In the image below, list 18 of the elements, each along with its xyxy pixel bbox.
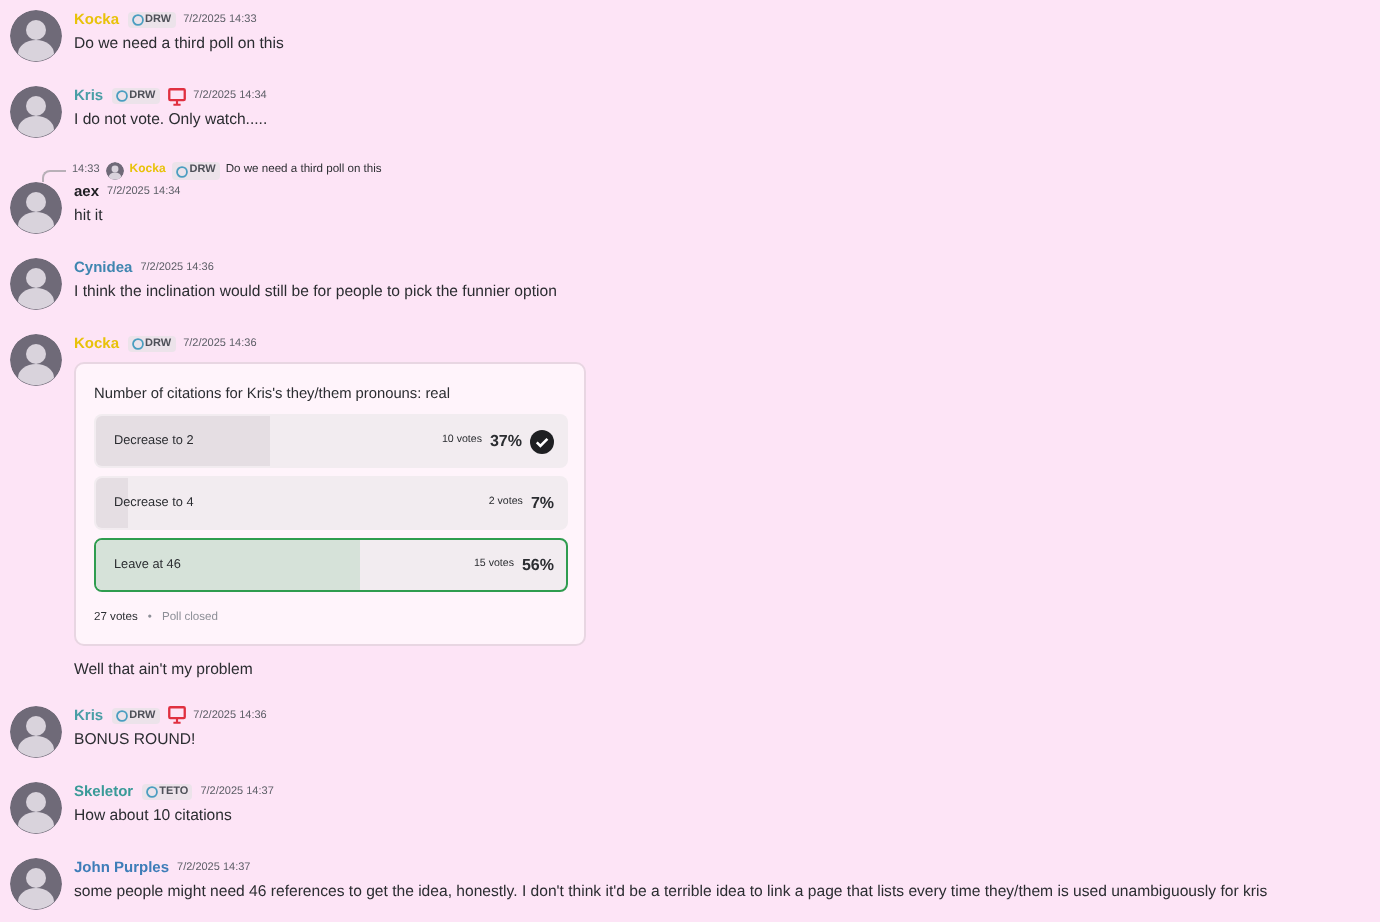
role-icon [175, 165, 188, 177]
vote-percent: 7% [530, 491, 554, 516]
role-icon [131, 338, 144, 350]
avatar[interactable] [10, 86, 62, 138]
avatar[interactable] [105, 162, 124, 180]
vote-percent: 56% [521, 553, 554, 578]
role-icon [115, 709, 128, 722]
avatar[interactable] [10, 334, 62, 386]
avatar[interactable] [10, 857, 62, 910]
role-icon [115, 90, 128, 102]
avatar[interactable] [10, 705, 62, 758]
avatar[interactable] [10, 781, 62, 834]
role-icon [145, 785, 158, 798]
vote-percent: 37% [489, 429, 522, 454]
avatar[interactable] [10, 182, 62, 234]
avatar[interactable] [10, 258, 62, 310]
role-icon [131, 14, 144, 26]
avatar[interactable] [10, 10, 62, 62]
